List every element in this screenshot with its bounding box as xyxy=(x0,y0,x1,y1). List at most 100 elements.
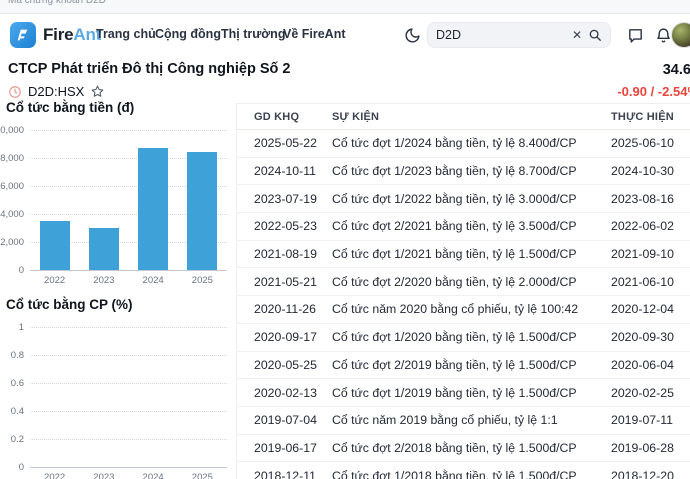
cell-thuc-hien: 2020-02-25 xyxy=(611,385,674,400)
y-tick-label: 0.2 xyxy=(10,434,24,445)
nav-ve-fireant[interactable]: Về FireAnt xyxy=(283,27,346,41)
cell-gd-khq: 2021-05-21 xyxy=(254,274,317,289)
y-tick-label: 0.4 xyxy=(10,406,24,417)
navbar: FireAnt Trang chủ Cộng đồng Thị trường V… xyxy=(0,14,690,56)
fireant-logo-icon xyxy=(10,22,36,48)
nav-trang-chu[interactable]: Trang chủ xyxy=(96,27,156,41)
bar-2025 xyxy=(187,152,218,270)
x-tick-label: 2022 xyxy=(44,472,66,479)
price-change: -0.90 / -2.54% xyxy=(617,84,690,99)
y-tick-label: 10,000 xyxy=(0,125,24,136)
dividend-table: GD KHQ SỰ KIỆN THỰC HIỆN 2025-05-22 Cổ tứ… xyxy=(236,103,690,479)
search-clear-icon[interactable]: ✕ xyxy=(572,29,582,41)
user-avatar[interactable] xyxy=(671,22,690,48)
table-row: 2023-07-19 Cổ tức đợt 1/2022 bằng tiền, t… xyxy=(237,185,690,214)
table-row: 2022-05-23 Cổ tức đợt 2/2021 bằng tiền, t… xyxy=(237,213,690,241)
charts-column: Cổ tức bằng tiền (đ) 10,000 8,000 6,000 4,00… xyxy=(0,98,235,479)
y-tick-label: 4,000 xyxy=(0,209,24,220)
x-tick-label: 2023 xyxy=(93,472,115,479)
cell-thuc-hien: 2020-09-30 xyxy=(611,330,674,345)
search-box[interactable]: ✕ xyxy=(427,22,611,48)
table-header-row: GD KHQ SỰ KIỆN THỰC HIỆN xyxy=(237,104,690,130)
x-axis-labels: 2022 2023 2024 2025 xyxy=(30,275,227,286)
cell-su-kien: Cổ tức đợt 2/2020 bằng tiền, tỷ lệ 2.000… xyxy=(332,274,577,289)
col-thuc-hien: THỰC HIỆN xyxy=(611,110,674,123)
x-axis-line xyxy=(30,270,227,271)
ticker-symbol: D2D:HSX xyxy=(28,84,85,99)
cell-gd-khq: 2022-05-23 xyxy=(254,219,317,234)
watchlist-star-icon[interactable] xyxy=(90,84,105,99)
chart-plot-area: 1 0.8 0.6 0.4 0.2 0 xyxy=(0,322,235,473)
search-input[interactable] xyxy=(436,28,566,42)
company-name: CTCP Phát triển Đô thị Công nghiệp Số 2 xyxy=(8,61,291,77)
x-tick-label: 2023 xyxy=(93,275,115,286)
cell-gd-khq: 2019-06-17 xyxy=(254,440,317,455)
dark-mode-toggle[interactable] xyxy=(399,22,425,48)
cell-gd-khq: 2018-12-11 xyxy=(254,468,316,479)
cell-su-kien: Cổ tức đợt 2/2021 bằng tiền, tỷ lệ 3.500… xyxy=(332,219,577,234)
y-tick-label: 0 xyxy=(18,265,24,276)
y-tick-label: 0.8 xyxy=(10,350,24,361)
x-tick-label: 2022 xyxy=(44,275,66,286)
messages-button[interactable] xyxy=(622,22,648,48)
col-su-kien: SỰ KIỆN xyxy=(332,110,380,123)
market-status-clock-icon xyxy=(9,85,21,98)
price-block: 34.60 xyxy=(663,61,690,79)
cell-thuc-hien: 2020-06-04 xyxy=(611,357,674,372)
fireant-logo[interactable]: FireAnt xyxy=(10,22,101,48)
cell-gd-khq: 2020-11-26 xyxy=(254,302,316,317)
table-row: 2021-08-19 Cổ tức đợt 1/2021 bằng tiền, t… xyxy=(237,241,690,269)
moon-icon xyxy=(405,27,420,42)
cell-gd-khq: 2021-08-19 xyxy=(254,247,317,262)
x-tick-label: 2025 xyxy=(191,275,213,286)
table-row: 2020-11-26 Cổ tức năm 2020 bằng cổ phiếu,… xyxy=(237,296,690,324)
cell-thuc-hien: 2025-06-10 xyxy=(611,136,674,151)
table-row: 2020-05-25 Cổ tức đợt 2/2019 bằng tiền, t… xyxy=(237,352,690,380)
y-tick-label: 6,000 xyxy=(0,181,24,192)
cell-thuc-hien: 2024-10-30 xyxy=(611,164,674,179)
cell-thuc-hien: 2022-06-02 xyxy=(611,219,674,234)
y-tick-label: 0 xyxy=(18,462,24,473)
chart-title: Cổ tức bằng CP (%) xyxy=(6,297,133,312)
y-tick-label: 8,000 xyxy=(0,153,24,164)
y-tick-label: 1 xyxy=(18,322,24,333)
cell-thuc-hien: 2019-06-28 xyxy=(611,440,674,455)
search-icon[interactable] xyxy=(588,28,602,42)
cell-gd-khq: 2020-02-13 xyxy=(254,385,317,400)
cell-su-kien: Cổ tức năm 2020 bằng cổ phiếu, tỷ lệ 100… xyxy=(332,302,579,317)
cell-thuc-hien: 2020-12-04 xyxy=(611,302,674,317)
nav-cong-dong[interactable]: Cộng đồng xyxy=(155,27,221,41)
cell-su-kien: Cổ tức đợt 1/2020 bằng tiền, tỷ lệ 1.500… xyxy=(332,330,577,345)
y-tick-label: 0.6 xyxy=(10,378,24,389)
cell-su-kien: Cổ tức năm 2019 bằng cổ phiếu, tỷ lệ 1:1 xyxy=(332,413,558,428)
table-row: 2018-12-11 Cổ tức đợt 1/2018 bằng tiền, t… xyxy=(237,462,690,479)
x-tick-label: 2024 xyxy=(142,472,164,479)
cell-gd-khq: 2020-09-17 xyxy=(254,330,317,345)
ticker-row: D2D:HSX xyxy=(8,84,105,99)
bell-icon xyxy=(656,27,670,43)
cell-thuc-hien: 2021-09-10 xyxy=(611,247,674,262)
table-row: 2021-05-21 Cổ tức đợt 2/2020 bằng tiền, t… xyxy=(237,268,690,297)
table-row: 2025-05-22 Cổ tức đợt 1/2024 bằng tiền, t… xyxy=(237,130,690,158)
cell-su-kien: Cổ tức đợt 2/2018 bằng tiền, tỷ lệ 1.500… xyxy=(332,440,577,455)
cell-su-kien: Cổ tức đợt 1/2024 bằng tiền, tỷ lệ 8.400… xyxy=(332,136,577,151)
x-axis-line xyxy=(30,467,227,468)
x-tick-label: 2024 xyxy=(142,275,164,286)
nav-thi-truong[interactable]: Thị trường xyxy=(221,27,285,41)
col-gd-khq: GD KHQ xyxy=(254,110,300,123)
cell-su-kien: Cổ tức đợt 1/2018 bằng tiền, tỷ lệ 1.500… xyxy=(332,468,577,479)
table-body: 2025-05-22 Cổ tức đợt 1/2024 bằng tiền, t… xyxy=(237,130,690,479)
cell-su-kien: Cổ tức đợt 1/2022 bằng tiền, tỷ lệ 3.000… xyxy=(332,191,577,206)
x-axis-labels: 2022 2023 2024 2025 xyxy=(30,472,227,479)
table-row: 2020-09-17 Cổ tức đợt 1/2020 bằng tiền, t… xyxy=(237,324,690,352)
table-row: 2019-07-04 Cổ tức năm 2019 bằng cổ phiếu,… xyxy=(237,407,690,435)
table-row: 2024-10-11 Cổ tức đợt 1/2023 bằng tiền, t… xyxy=(237,158,690,186)
cell-thuc-hien: 2018-12-20 xyxy=(611,468,674,479)
cell-su-kien: Cổ tức đợt 1/2021 bằng tiền, tỷ lệ 1.500… xyxy=(332,247,577,262)
remnant-text: Mã chứng khoán D2D xyxy=(8,0,106,6)
cell-gd-khq: 2025-05-22 xyxy=(254,136,317,151)
gridline xyxy=(30,355,227,356)
cell-thuc-hien: 2019-07-11 xyxy=(611,413,673,428)
gridline xyxy=(30,439,227,440)
bar-2023 xyxy=(88,228,119,270)
